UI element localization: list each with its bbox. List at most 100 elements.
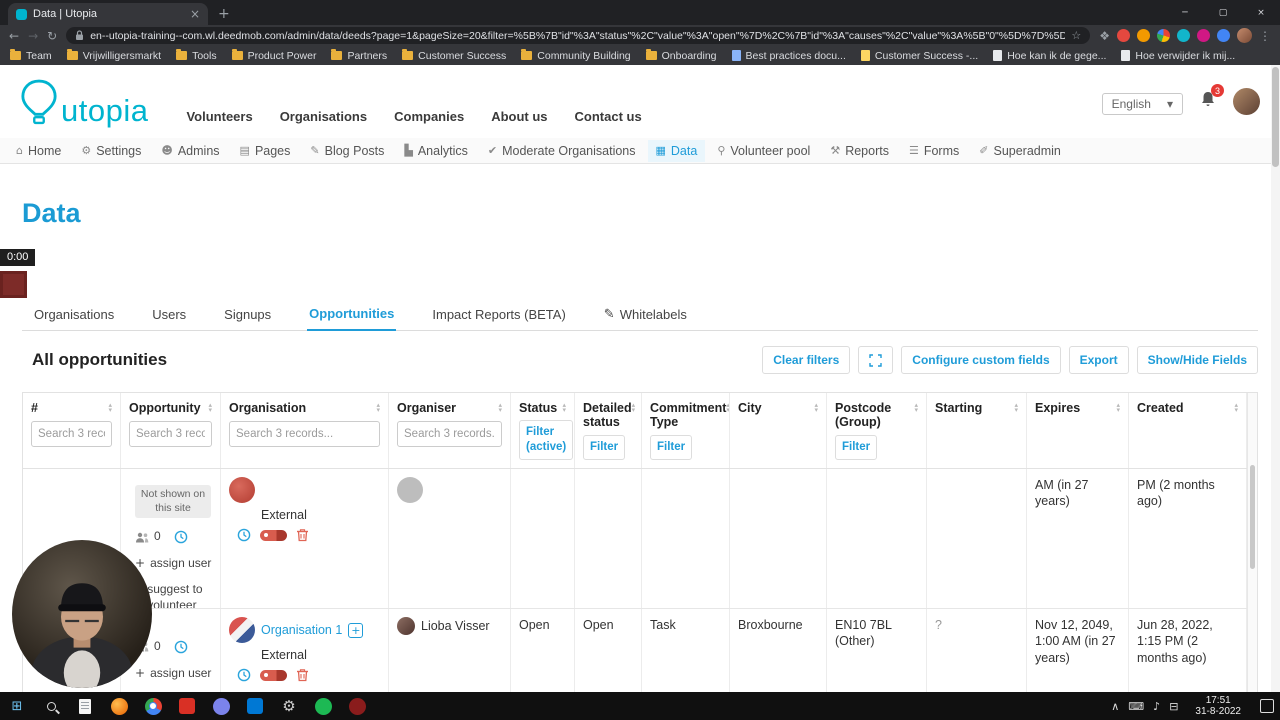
scrollbar-thumb[interactable] [1250, 465, 1255, 569]
utopia-logo[interactable]: utopia [20, 79, 148, 125]
trash-icon[interactable] [296, 668, 309, 682]
tray-sound-icon[interactable]: ♪ [1153, 700, 1160, 713]
organisation-link[interactable]: Organisation 1 [261, 622, 342, 638]
organiser-search-input[interactable] [397, 421, 502, 447]
add-button[interactable]: + [348, 623, 363, 638]
bookmark-item[interactable]: Community Building [521, 50, 630, 62]
extensions-puzzle-icon[interactable]: ❖ [1099, 30, 1110, 42]
sort-icon[interactable] [562, 403, 566, 413]
taskbar-app-darkred-icon[interactable] [340, 692, 374, 720]
taskbar-teams-icon[interactable] [238, 692, 272, 720]
column-header-city[interactable]: City [730, 393, 827, 468]
new-tab-button[interactable]: + [218, 6, 230, 22]
admin-nav-analytics[interactable]: ▙Analytics [396, 140, 476, 162]
admin-nav-superadmin[interactable]: ✐Superadmin [971, 140, 1069, 162]
bookmark-item[interactable]: Hoe verwijder ik mij... [1121, 50, 1235, 62]
sort-icon[interactable] [376, 403, 380, 413]
refresh-icon[interactable]: ↻ [47, 30, 57, 42]
page-scrollbar[interactable] [1271, 65, 1280, 692]
number-search-input[interactable] [31, 421, 112, 447]
sort-icon[interactable] [632, 403, 636, 413]
tray-chevron-icon[interactable]: ∧ [1111, 700, 1119, 713]
bookmark-item[interactable]: Onboarding [646, 50, 717, 62]
browser-profile-avatar[interactable] [1237, 28, 1252, 43]
extension-icon[interactable] [1217, 29, 1230, 42]
admin-nav-forms[interactable]: ☰Forms [901, 140, 967, 162]
taskbar-chrome-icon[interactable] [136, 692, 170, 720]
admin-nav-volunteer-pool[interactable]: ⚲Volunteer pool [709, 140, 818, 162]
bookmark-item[interactable]: Partners [331, 50, 387, 62]
forward-icon[interactable]: → [28, 30, 38, 42]
notifications-bell[interactable]: 3 [1199, 90, 1217, 113]
nav-about-us[interactable]: About us [491, 109, 547, 124]
extension-icon[interactable] [1177, 29, 1190, 42]
taskbar-firefox-icon[interactable] [102, 692, 136, 720]
url-bar[interactable]: en--utopia-training--com.wl.deedmob.com/… [66, 27, 1090, 44]
extension-icon[interactable] [1137, 29, 1150, 42]
maximize-button[interactable]: ▢ [1204, 0, 1242, 25]
extension-icon[interactable] [1197, 29, 1210, 42]
tab-whitelabels[interactable]: ✎Whitelabels [602, 299, 689, 330]
tab-opportunities[interactable]: Opportunities [307, 299, 396, 331]
admin-nav-blog-posts[interactable]: ✎Blog Posts [302, 140, 392, 162]
trash-icon[interactable] [296, 528, 309, 542]
postcode-filter-button[interactable]: Filter [835, 435, 877, 460]
bookmark-item[interactable]: Team [10, 50, 52, 62]
assign-user-link[interactable]: + assign user [135, 556, 212, 572]
sort-icon[interactable] [1234, 403, 1238, 413]
tray-keyboard-icon[interactable]: ⌨ [1128, 700, 1144, 713]
back-icon[interactable]: ← [9, 30, 19, 42]
column-header-number[interactable]: # [23, 393, 121, 468]
bookmark-item[interactable]: Vrijwilligersmarkt [67, 50, 161, 62]
sort-icon[interactable] [914, 403, 918, 413]
sort-icon[interactable] [108, 403, 112, 413]
bookmark-item[interactable]: Customer Success -... [861, 50, 978, 62]
bookmark-item[interactable]: Hoe kan ik de gege... [993, 50, 1106, 62]
browser-menu-icon[interactable]: ⋮ [1259, 30, 1271, 42]
tab-impact-reports[interactable]: Impact Reports (BETA) [430, 299, 567, 330]
admin-nav-reports[interactable]: ⚒Reports [822, 140, 897, 162]
opportunity-search-input[interactable] [129, 421, 212, 447]
bookmark-item[interactable]: Tools [176, 50, 217, 62]
browser-tab[interactable]: Data | Utopia × [8, 3, 208, 25]
admin-nav-admins[interactable]: ☻Admins [153, 140, 227, 162]
notification-center-icon[interactable] [1260, 699, 1274, 713]
column-header-starting[interactable]: Starting [927, 393, 1027, 468]
sort-icon[interactable] [1014, 403, 1018, 413]
status-filter-button[interactable]: Filter (active) [519, 420, 573, 460]
tab-close-icon[interactable]: × [190, 7, 200, 21]
column-header-expires[interactable]: Expires [1027, 393, 1129, 468]
extension-icon[interactable] [1117, 29, 1130, 42]
sort-icon[interactable] [814, 403, 818, 413]
close-button[interactable]: × [1242, 0, 1280, 25]
nav-companies[interactable]: Companies [394, 109, 464, 124]
nav-organisations[interactable]: Organisations [280, 109, 367, 124]
taskbar-notepad-icon[interactable] [68, 692, 102, 720]
bookmark-star-icon[interactable]: ☆ [1071, 29, 1081, 42]
admin-nav-moderate-organisations[interactable]: ✔Moderate Organisations [480, 140, 644, 162]
nav-contact-us[interactable]: Contact us [575, 109, 642, 124]
bookmark-item[interactable]: Customer Success [402, 50, 506, 62]
table-scrollbar[interactable] [1247, 393, 1257, 697]
column-header-commitment-type[interactable]: Commitment Type Filter [642, 393, 730, 468]
tab-organisations[interactable]: Organisations [32, 299, 116, 330]
tray-network-icon[interactable]: ⊟ [1169, 700, 1178, 713]
admin-nav-home[interactable]: ⌂Home [8, 140, 69, 162]
column-header-status[interactable]: Status Filter (active) [511, 393, 575, 468]
detailed-status-filter-button[interactable]: Filter [583, 435, 625, 460]
organisation-search-input[interactable] [229, 421, 380, 447]
sort-icon[interactable] [1116, 403, 1120, 413]
extension-icon[interactable] [1157, 29, 1170, 42]
assign-user-link[interactable]: + assign user [135, 666, 212, 682]
nav-volunteers[interactable]: Volunteers [186, 109, 252, 124]
admin-nav-pages[interactable]: ▤Pages [232, 140, 299, 162]
start-button[interactable]: ⊞ [0, 692, 34, 720]
column-header-postcode[interactable]: Postcode (Group) Filter [827, 393, 927, 468]
taskbar-app-red-icon[interactable] [170, 692, 204, 720]
expand-button[interactable] [858, 346, 893, 374]
admin-nav-data[interactable]: ▦Data [648, 140, 706, 162]
tab-users[interactable]: Users [150, 299, 188, 330]
bookmark-item[interactable]: Product Power [232, 50, 317, 62]
taskbar-app-purple-icon[interactable] [204, 692, 238, 720]
show-hide-fields-button[interactable]: Show/Hide Fields [1137, 346, 1258, 374]
